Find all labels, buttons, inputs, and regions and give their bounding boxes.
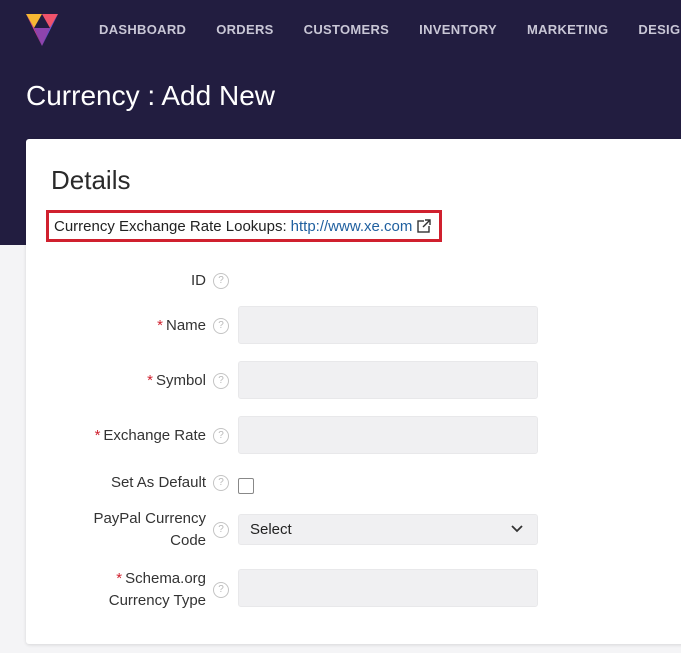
nav-orders[interactable]: ORDERS xyxy=(216,22,273,37)
symbol-label: * Symbol xyxy=(147,372,206,389)
exchange-rate-input[interactable] xyxy=(238,416,538,454)
set-default-checkbox[interactable] xyxy=(238,478,254,494)
help-circle-icon[interactable]: ? xyxy=(213,428,229,444)
required-marker: * xyxy=(116,570,123,587)
page: DASHBOARD ORDERS CUSTOMERS INVENTORY MAR… xyxy=(0,0,681,653)
set-default-label: Set As Default xyxy=(110,474,206,491)
external-link-icon[interactable] xyxy=(417,219,432,233)
id-label: ID xyxy=(191,272,206,289)
exchange-rate-label: * Exchange Rate xyxy=(94,427,206,444)
chevron-down-icon xyxy=(511,525,523,533)
nav-dashboard[interactable]: DASHBOARD xyxy=(99,22,186,37)
paypal-code-label: PayPal Currency Code xyxy=(93,510,206,549)
help-circle-icon[interactable]: ? xyxy=(213,373,229,389)
name-label: * Name xyxy=(157,317,206,334)
paypal-code-selected: Select xyxy=(250,521,292,538)
lookup-label: Currency Exchange Rate Lookups: xyxy=(54,217,287,235)
schema-type-label: * Schema.org Currency Type xyxy=(108,570,206,609)
paypal-code-select[interactable]: Select xyxy=(238,514,538,545)
required-marker: * xyxy=(157,317,163,334)
page-title: Currency : Add New xyxy=(26,80,275,111)
schema-type-input[interactable] xyxy=(238,569,538,607)
help-circle-icon[interactable]: ? xyxy=(213,582,229,598)
card-title: Details xyxy=(51,165,131,195)
exchange-rate-lookup-box: Currency Exchange Rate Lookups: http://w… xyxy=(46,210,442,242)
brand-logo-icon[interactable] xyxy=(24,12,60,48)
required-marker: * xyxy=(147,372,153,389)
help-circle-icon[interactable]: ? xyxy=(213,273,229,289)
required-marker: * xyxy=(94,427,101,444)
help-circle-icon[interactable]: ? xyxy=(213,522,229,538)
name-input[interactable] xyxy=(238,306,538,344)
symbol-input[interactable] xyxy=(238,361,538,399)
top-nav: DASHBOARD ORDERS CUSTOMERS INVENTORY MAR… xyxy=(99,0,681,58)
nav-marketing[interactable]: MARKETING xyxy=(527,22,608,37)
nav-customers[interactable]: CUSTOMERS xyxy=(304,22,390,37)
xe-link[interactable]: http://www.xe.com xyxy=(291,218,413,235)
nav-inventory[interactable]: INVENTORY xyxy=(419,22,497,37)
details-card: Details Currency Exchange Rate Lookups: … xyxy=(26,139,681,644)
help-circle-icon[interactable]: ? xyxy=(213,318,229,334)
help-circle-icon[interactable]: ? xyxy=(213,475,229,491)
nav-design[interactable]: DESIGN xyxy=(638,22,681,37)
